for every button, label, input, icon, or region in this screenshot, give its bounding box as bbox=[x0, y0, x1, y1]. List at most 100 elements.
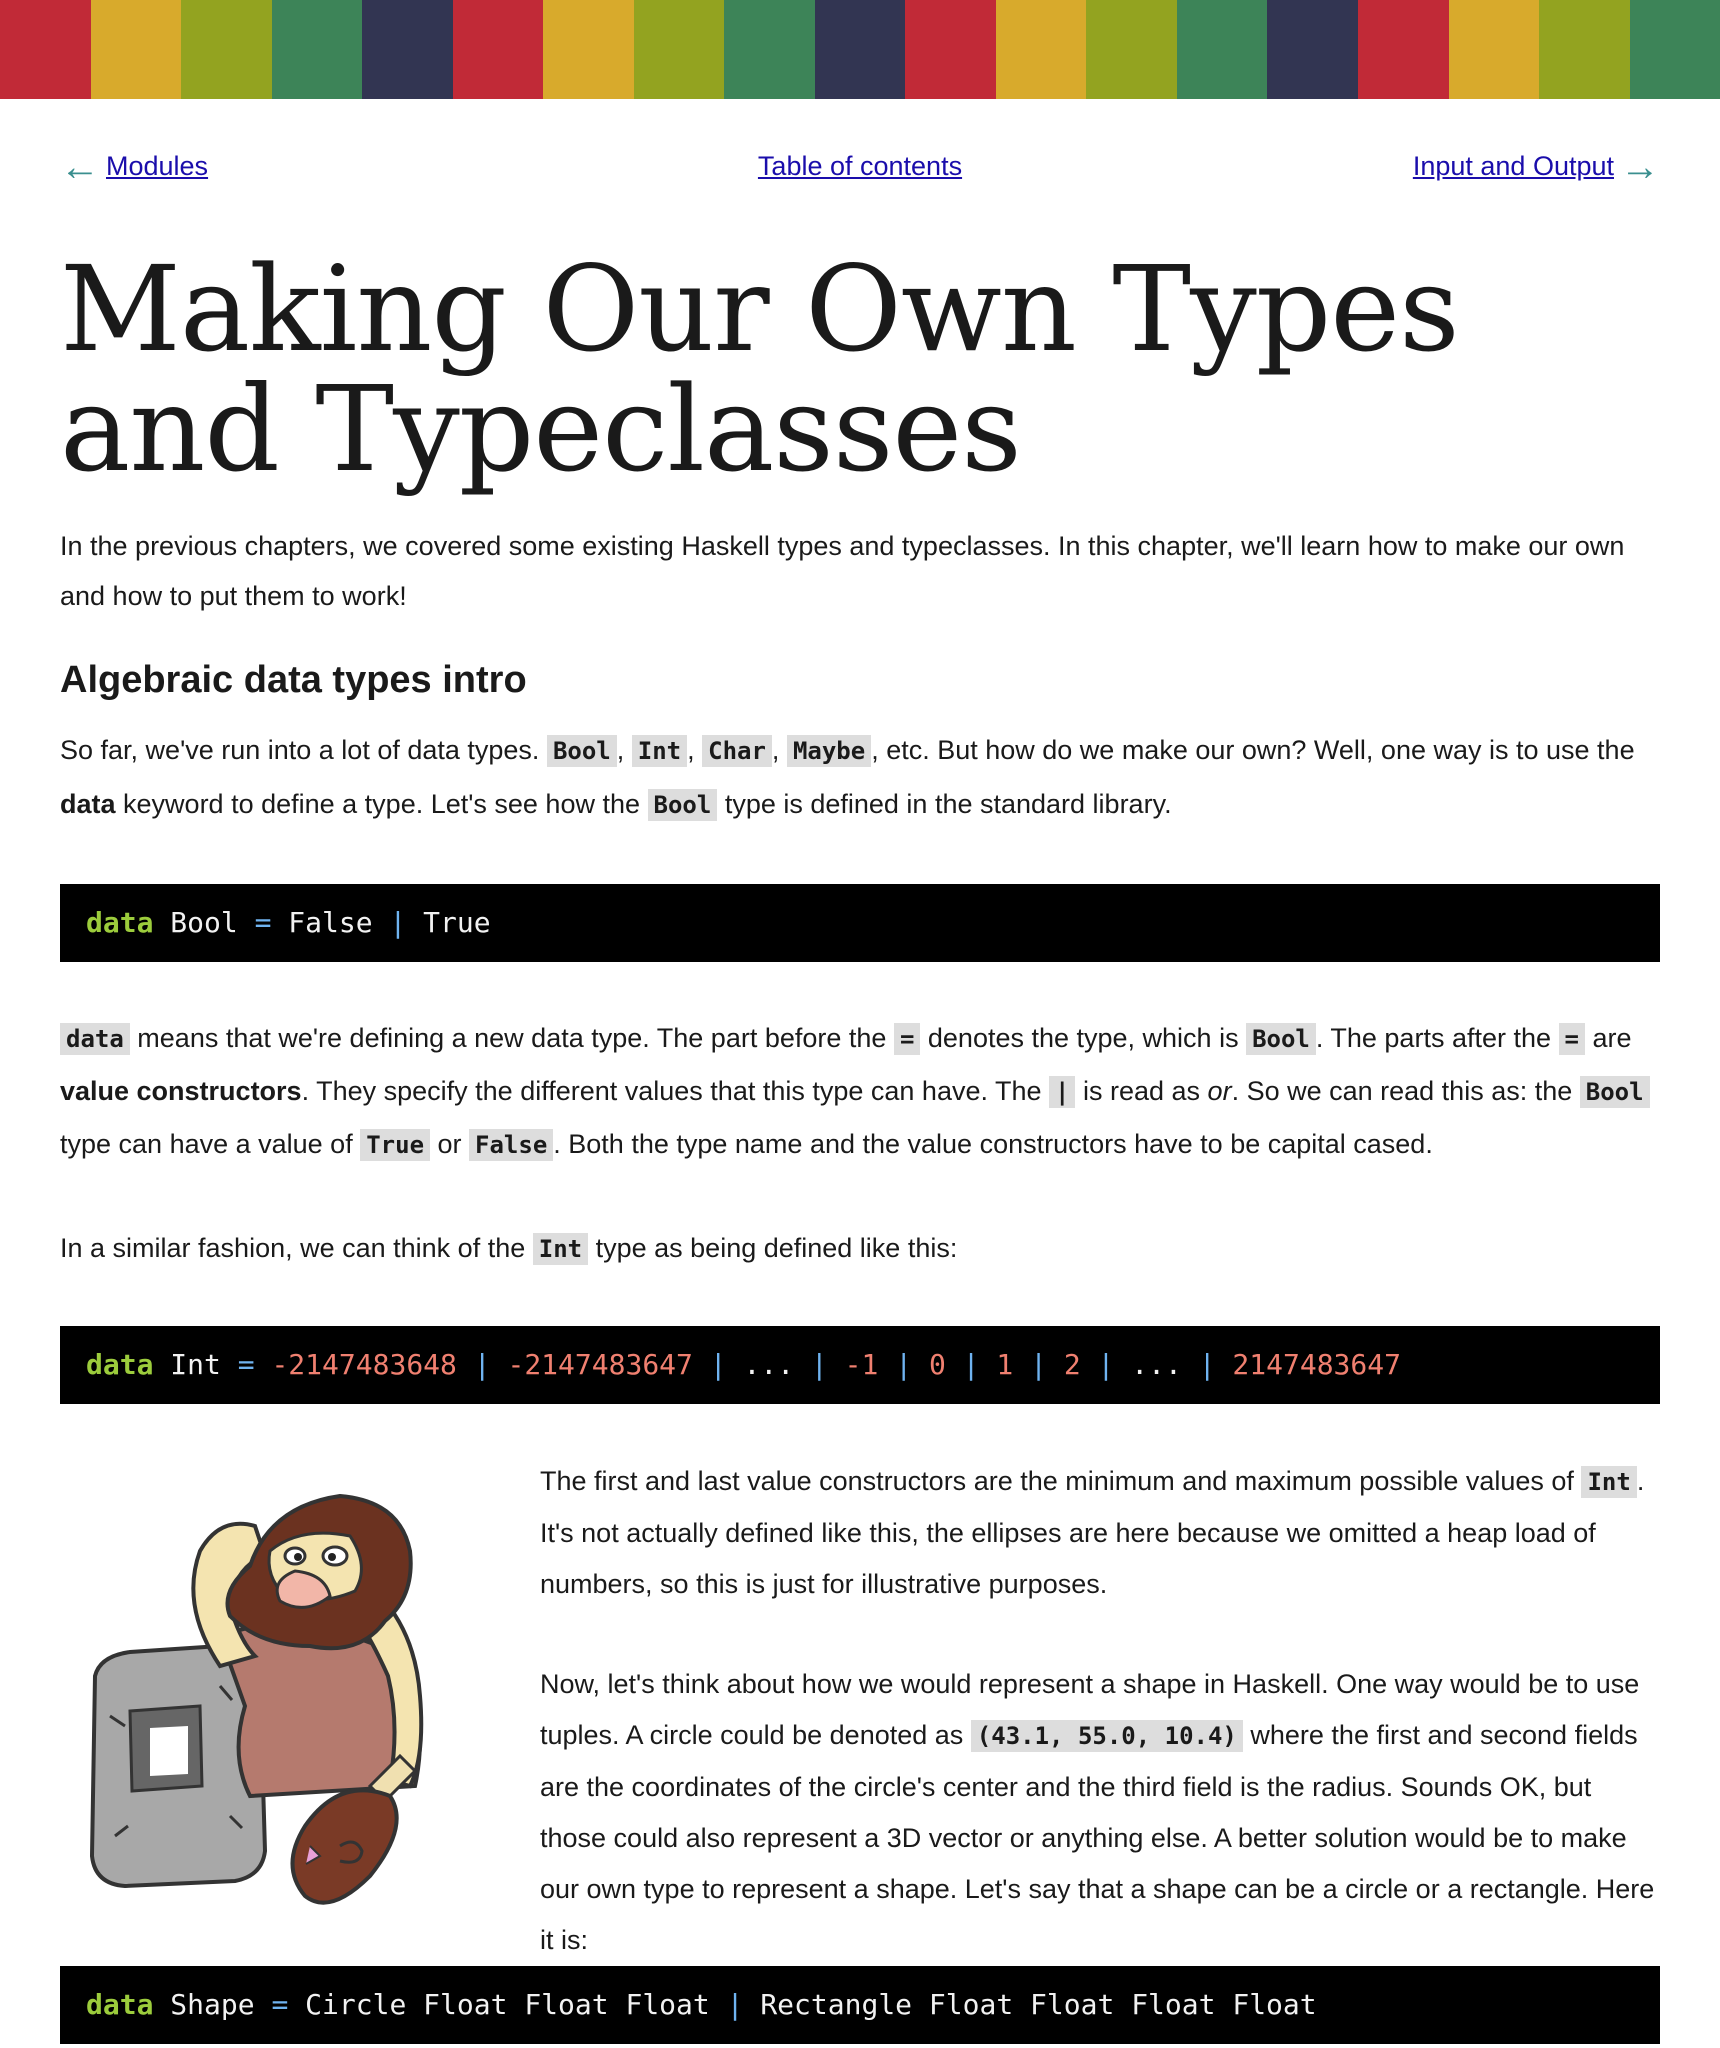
color-stripe bbox=[1539, 0, 1630, 99]
color-stripe bbox=[1086, 0, 1177, 99]
right-arrow-icon[interactable]: → bbox=[1620, 147, 1660, 187]
code-operator: = bbox=[271, 1988, 289, 2021]
code-keyword: data bbox=[86, 1348, 154, 1381]
text: type can have a value of bbox=[60, 1129, 361, 1159]
inline-code: = bbox=[893, 1023, 921, 1055]
inline-code: Bool bbox=[546, 735, 617, 767]
text: . So we can read this as: the bbox=[1231, 1076, 1580, 1106]
inline-code: = bbox=[1558, 1023, 1585, 1055]
code-constructor: Circle Float Float Float bbox=[288, 1988, 727, 2021]
inline-code: Bool bbox=[1246, 1023, 1316, 1055]
main-content: ← Modules Table of contents Input and Ou… bbox=[0, 147, 1720, 2044]
next-chapter: Input and Output → bbox=[1413, 147, 1660, 187]
next-chapter-link[interactable]: Input and Output bbox=[1413, 151, 1614, 182]
paragraph-data-types: So far, we've run into a lot of data typ… bbox=[60, 724, 1660, 832]
text: type is defined in the standard library. bbox=[717, 789, 1172, 819]
code-keyword: data bbox=[86, 1988, 154, 2021]
text: . The parts after the bbox=[1315, 1023, 1559, 1053]
color-stripe bbox=[995, 0, 1087, 99]
text: where the first and second fields are th… bbox=[540, 1720, 1655, 1955]
code-operator: | bbox=[1198, 1348, 1216, 1381]
inline-code: Int bbox=[532, 1233, 589, 1265]
bold-text: data bbox=[60, 789, 116, 819]
text: keyword to define a type. Let's see how … bbox=[115, 789, 648, 819]
code-operator: = bbox=[237, 1348, 255, 1381]
code-number: -2147483647 bbox=[507, 1348, 693, 1381]
code-operator: | bbox=[895, 1348, 913, 1381]
code-ellipsis: ... bbox=[743, 1348, 795, 1381]
code-operator: | bbox=[1030, 1348, 1047, 1381]
text: is read as bbox=[1075, 1076, 1208, 1106]
inline-code: Bool bbox=[1579, 1076, 1650, 1108]
italic-text: or bbox=[1207, 1076, 1232, 1106]
code-type: Shape bbox=[153, 1988, 272, 2021]
prev-chapter-link[interactable]: Modules bbox=[106, 151, 208, 182]
code-number: 1 bbox=[996, 1348, 1014, 1381]
paragraph-shape: Now, let's think about how we would repr… bbox=[540, 1659, 1660, 1966]
code-operator: | bbox=[810, 1348, 828, 1381]
text: . They specify the different values that… bbox=[301, 1076, 1050, 1106]
code-constructor: False bbox=[271, 906, 390, 939]
prev-chapter: ← Modules bbox=[60, 147, 208, 187]
page-title: Making Our Own Types and Typeclasses bbox=[60, 240, 1460, 498]
inline-code: False bbox=[469, 1129, 554, 1161]
chapter-nav: ← Modules Table of contents Input and Ou… bbox=[60, 147, 1660, 201]
bold-text: value constructors bbox=[60, 1076, 302, 1106]
code-block-shape: data Shape = Circle Float Float Float | … bbox=[60, 1966, 1660, 2044]
table-of-contents-link[interactable]: Table of contents bbox=[758, 151, 962, 182]
code-operator: | bbox=[709, 1348, 727, 1381]
text: type as being defined like this: bbox=[588, 1233, 958, 1263]
code-operator: = bbox=[254, 906, 272, 939]
code-number: -2147483648 bbox=[271, 1348, 457, 1381]
code-type: Int bbox=[153, 1348, 238, 1381]
text: means that we're defining a new data typ… bbox=[129, 1023, 894, 1053]
code-operator: | bbox=[962, 1348, 980, 1381]
section-heading: Algebraic data types intro bbox=[60, 659, 527, 701]
code-operator: | bbox=[473, 1348, 491, 1381]
paragraph-int-intro: In a similar fashion, we can think of th… bbox=[60, 1223, 1660, 1274]
text: , bbox=[616, 735, 632, 765]
code-number: 2 bbox=[1063, 1348, 1081, 1381]
inline-code: data bbox=[60, 1023, 130, 1055]
left-arrow-icon[interactable]: ← bbox=[60, 147, 100, 187]
text: So far, we've run into a lot of data typ… bbox=[60, 735, 547, 765]
text: . Both the type name and the value const… bbox=[553, 1129, 1433, 1159]
text: , bbox=[687, 735, 703, 765]
code-type: Bool bbox=[153, 906, 255, 939]
caveman-illustration bbox=[89, 1493, 424, 1905]
code-number: 2147483647 bbox=[1232, 1348, 1401, 1381]
inline-code: | bbox=[1049, 1076, 1076, 1108]
color-stripe bbox=[362, 0, 453, 99]
code-operator: | bbox=[1097, 1348, 1115, 1381]
illustrated-text: The first and last value constructors ar… bbox=[540, 1456, 1660, 1966]
code-number: -1 bbox=[844, 1348, 879, 1381]
inline-code: Int bbox=[631, 735, 688, 767]
color-stripe bbox=[633, 0, 725, 99]
inline-code: (43.1, 55.0, 10.4) bbox=[970, 1720, 1243, 1752]
color-stripe bbox=[1629, 0, 1720, 99]
color-stripe bbox=[1357, 0, 1449, 99]
paragraph-int-explained: The first and last value constructors ar… bbox=[540, 1456, 1660, 1610]
color-stripe bbox=[905, 0, 996, 99]
text: , bbox=[771, 735, 787, 765]
code-constructor: Rectangle Float Float Float Float bbox=[743, 1988, 1317, 2021]
inline-code: True bbox=[360, 1129, 431, 1161]
color-stripe bbox=[271, 0, 363, 99]
color-stripe bbox=[90, 0, 182, 99]
code-constructor: True bbox=[406, 906, 491, 939]
illustrated-section: The first and last value constructors ar… bbox=[60, 1456, 1660, 1966]
inline-code: Int bbox=[1581, 1466, 1637, 1498]
code-block-int: data Int = -2147483648 | -2147483647 | .… bbox=[60, 1326, 1660, 1404]
